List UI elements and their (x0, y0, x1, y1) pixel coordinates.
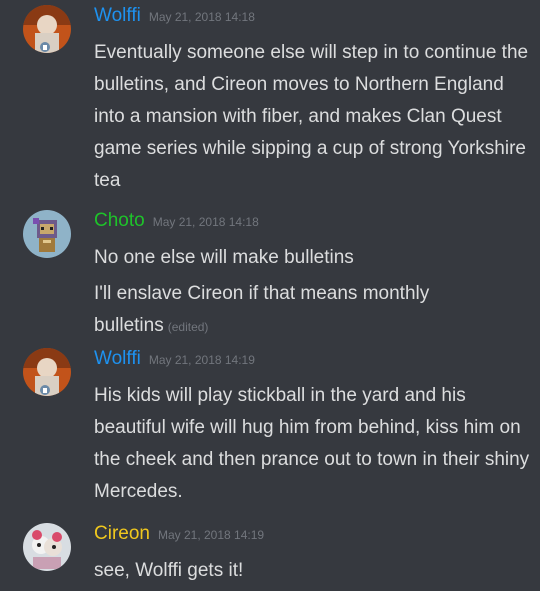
message-text: I'll enslave Cireon if that means monthl… (94, 278, 530, 343)
timestamp: May 21, 2018 14:19 (157, 528, 265, 542)
message-text: see, Wolffi gets it! (94, 560, 244, 581)
avatar[interactable] (23, 5, 71, 53)
timestamp: May 21, 2018 14:18 (152, 215, 259, 229)
edited-label: (edited) (167, 320, 209, 334)
message-text: Eventually someone else will step in to … (94, 42, 529, 191)
timestamp: May 21, 2018 14:19 (148, 353, 255, 367)
avatar[interactable] (23, 210, 71, 258)
username[interactable]: Wolffi (94, 348, 141, 370)
username[interactable]: Cireon (94, 523, 150, 545)
username[interactable]: Choto (94, 210, 145, 232)
message-text-body: I'll enslave Cireon if that means monthl… (94, 283, 430, 336)
avatar[interactable] (23, 523, 71, 571)
timestamp: May 21, 2018 14:18 (148, 10, 255, 24)
avatar[interactable] (23, 348, 71, 396)
message-text: His kids will play stickball in the yard… (94, 385, 530, 502)
message-text: No one else will make bulletins (94, 247, 354, 268)
username[interactable]: Wolffi (94, 5, 141, 27)
